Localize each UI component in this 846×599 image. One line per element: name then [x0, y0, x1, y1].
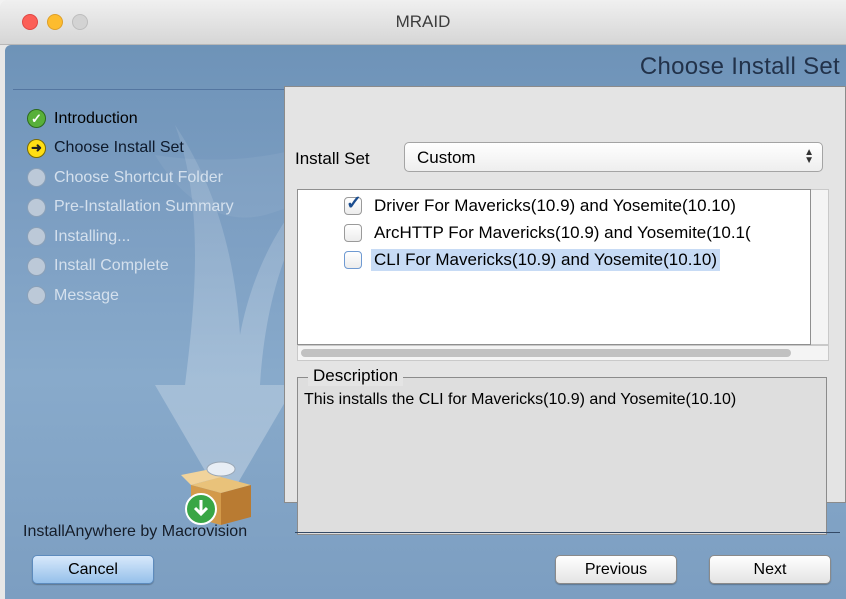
step-label: Choose Install Set — [54, 139, 184, 157]
step-label: Install Complete — [54, 257, 169, 275]
step-pre-installation-summary: Pre-Installation Summary — [27, 193, 234, 223]
horizontal-scrollbar[interactable] — [297, 345, 829, 361]
content-panel: Install Set Custom ▲ ▼ ✓ Driver For Maver… — [284, 86, 846, 535]
step-label: Message — [54, 286, 119, 304]
empty-circle-icon — [27, 227, 46, 247]
list-item[interactable]: ✓ Driver For Mavericks(10.9) and Yosemit… — [344, 193, 739, 219]
description-box: Description This installs the CLI for Ma… — [297, 366, 827, 535]
component-checkbox[interactable]: ✓ — [344, 193, 362, 215]
step-choose-install-set: ➜ Choose Install Set — [27, 134, 234, 164]
empty-circle-icon — [27, 256, 46, 276]
description-legend: Description — [308, 366, 404, 386]
check-circle-icon: ✓ — [27, 109, 46, 129]
step-install-complete: Install Complete — [27, 252, 234, 282]
component-list[interactable]: ✓ Driver For Mavericks(10.9) and Yosemit… — [297, 189, 811, 345]
vertical-scrollbar[interactable] — [811, 189, 829, 345]
empty-circle-icon — [27, 197, 46, 217]
title-bar[interactable]: MRAID — [0, 0, 846, 45]
step-label: Introduction — [54, 109, 138, 127]
cancel-button[interactable]: Cancel — [32, 555, 154, 584]
component-label: ArcHTTP For Mavericks(10.9) and Yosemite… — [374, 223, 751, 242]
component-label: CLI For Mavericks(10.9) and Yosemite(10.… — [371, 249, 720, 271]
step-label: Installing... — [54, 227, 131, 245]
step-introduction: ✓ Introduction — [27, 104, 234, 134]
install-set-value: Custom — [417, 148, 476, 167]
component-checkbox[interactable] — [344, 251, 362, 269]
step-message: Message — [27, 281, 234, 311]
step-choose-shortcut-folder: Choose Shortcut Folder — [27, 163, 234, 193]
empty-circle-icon — [27, 168, 46, 188]
component-label: Driver For Mavericks(10.9) and Yosemite(… — [374, 196, 736, 215]
chevron-updown-icon: ▲ ▼ — [804, 147, 814, 166]
installer-frame: Choose Install Set ✓ Introduction ➜ Choo… — [5, 45, 846, 599]
brand-divider — [295, 532, 840, 533]
component-checkbox[interactable] — [344, 224, 362, 242]
install-set-label: Install Set — [295, 149, 370, 168]
installer-window: MRAID Choose Install Set ✓ Introduction … — [0, 0, 846, 599]
arrow-circle-icon: ➜ — [27, 138, 46, 158]
step-label: Pre-Installation Summary — [54, 198, 234, 216]
list-item[interactable]: ArcHTTP For Mavericks(10.9) and Yosemite… — [344, 220, 754, 246]
window-title: MRAID — [395, 12, 451, 31]
page-title: Choose Install Set — [639, 53, 840, 80]
next-button[interactable]: Next — [709, 555, 831, 584]
step-label: Choose Shortcut Folder — [54, 168, 223, 186]
brand-label: InstallAnywhere by Macrovision — [23, 523, 248, 540]
empty-circle-icon — [27, 286, 46, 306]
description-text: This installs the CLI for Mavericks(10.9… — [304, 391, 737, 408]
checkmark-icon: ✓ — [346, 193, 362, 214]
step-installing: Installing... — [27, 222, 234, 252]
installer-box-icon — [181, 461, 251, 525]
previous-button[interactable]: Previous — [555, 555, 677, 584]
list-item[interactable]: CLI For Mavericks(10.9) and Yosemite(10.… — [344, 247, 720, 273]
scrollbar-thumb[interactable] — [301, 349, 791, 357]
step-list: ✓ Introduction ➜ Choose Install Set Choo… — [27, 104, 234, 311]
install-set-select[interactable]: Custom ▲ ▼ — [404, 142, 823, 172]
